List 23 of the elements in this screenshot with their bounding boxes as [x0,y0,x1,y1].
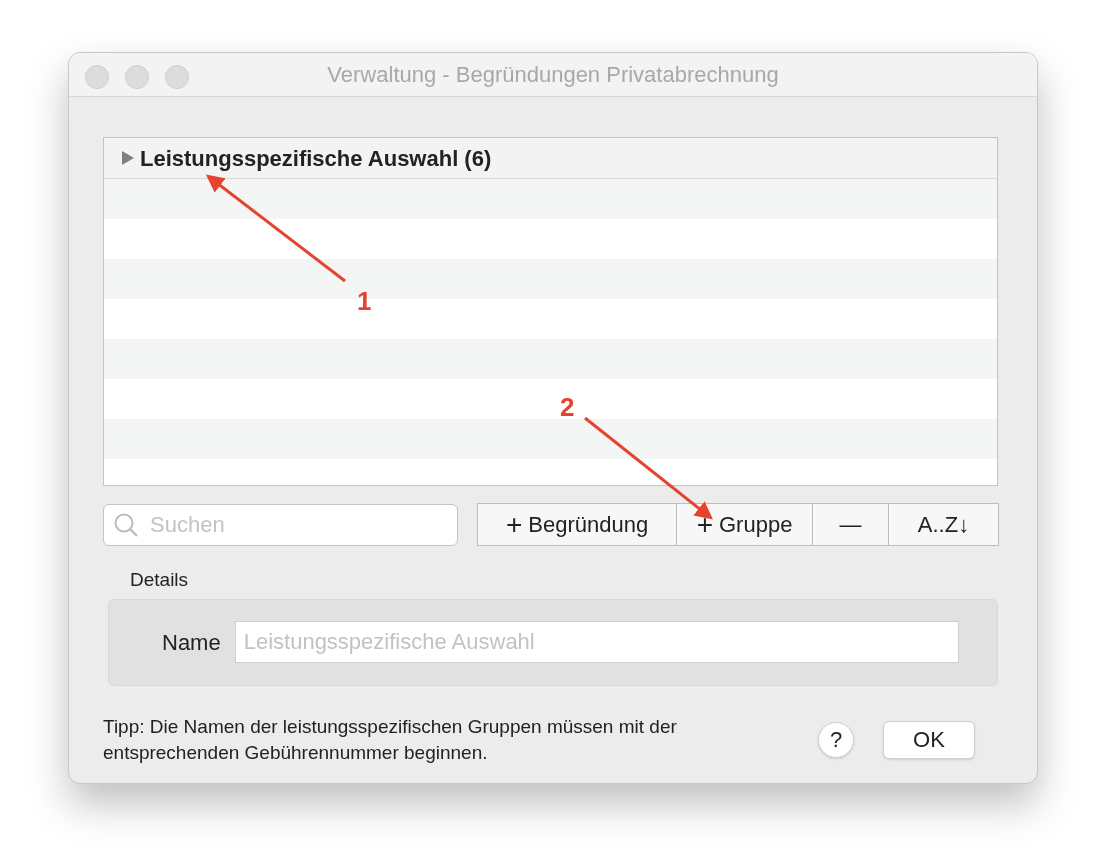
window-minimize-icon[interactable] [125,65,149,89]
toolbar-button[interactable]: + Begründung [478,504,676,545]
annotation-number: 2 [560,391,575,424]
search-field[interactable]: Suchen [103,503,458,546]
window-title: Verwaltung - Begründungen Privatabrechnung [327,61,779,89]
name-label: Name [162,628,221,657]
disclosure-triangle-icon[interactable] [120,151,134,165]
name-field[interactable]: Leistungsspezifische Auswahl [234,621,959,663]
search-icon [113,511,139,538]
help-button[interactable]: ? [818,721,854,758]
window-close-icon[interactable] [85,65,109,89]
group-row[interactable]: Leistungsspezifische Auswahl (6) [104,138,997,179]
tip-text: Tipp: Die Namen der leistungsspezifischen Gruppen müssen mit der entsprechenden Gebührennummer beginnen. [103,714,678,765]
ok-button[interactable]: OK [883,720,975,759]
toolbar-button[interactable]: — [812,504,888,545]
annotation-number: 1 [357,285,372,318]
toolbar-button[interactable]: A..Z↓ [888,504,998,545]
details-heading: Details [130,568,190,592]
plus-icon: + [505,510,523,539]
window-zoom-icon[interactable] [165,65,189,89]
toolbar-button[interactable]: + Gruppe [676,504,812,545]
group-label: Leistungsspezifische Auswahl (6) [140,144,492,173]
plus-icon: + [696,510,713,539]
